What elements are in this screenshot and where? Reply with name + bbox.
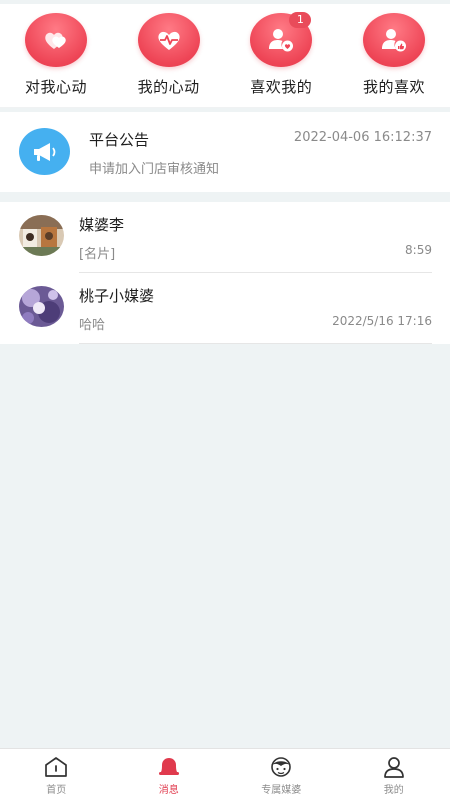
quick-action-my-likes[interactable]: 我的喜欢 — [338, 13, 450, 107]
section-gap — [0, 192, 450, 202]
tab-home[interactable]: 首页 — [0, 749, 113, 800]
platform-notice-item[interactable]: 平台公告 2022-04-06 16:12:37 申请加入门店审核通知 — [0, 112, 450, 192]
user-icon — [383, 757, 404, 778]
bell-icon — [158, 758, 179, 775]
quick-action-likes-me[interactable]: 1 喜欢我的 — [225, 12, 337, 107]
chat-last-message: [名片] — [79, 247, 116, 262]
quick-action-my-crush[interactable]: 我的心动 — [113, 13, 225, 107]
bottom-tab-bar: 首页 消息 专属媒婆 我的 — [0, 748, 450, 800]
matchmaker-icon — [271, 757, 292, 777]
avatar — [19, 215, 64, 256]
tab-profile[interactable]: 我的 — [338, 749, 450, 800]
chat-name: 媒婆李 — [79, 216, 125, 234]
quick-action-label: 喜欢我的 — [250, 78, 313, 96]
tab-matchmaker[interactable]: 专属媒婆 — [225, 749, 338, 800]
chat-name: 桃子小媒婆 — [79, 287, 155, 305]
tab-label: 专属媒婆 — [261, 785, 302, 796]
chat-time: 2022/5/16 17:16 — [332, 314, 432, 328]
quick-actions-row: 对我心动 我的心动 1 喜欢我的 我的喜欢 — [0, 4, 450, 108]
chat-list-item[interactable]: 桃子小媒婆 哈哈 2022/5/16 17:16 — [0, 273, 450, 344]
heart-pulse-icon — [137, 13, 200, 67]
notice-time: 2022-04-06 16:12:37 — [293, 130, 432, 145]
notice-title: 平台公告 — [89, 131, 150, 149]
quick-action-label: 我的喜欢 — [362, 78, 425, 96]
chat-list-item[interactable]: 媒婆李 [名片] 8:59 — [0, 202, 450, 273]
tab-messages[interactable]: 消息 — [113, 749, 226, 800]
tab-label: 消息 — [158, 785, 179, 796]
quick-action-liked-me[interactable]: 对我心动 — [0, 13, 112, 107]
notice-subtitle: 申请加入门店审核通知 — [89, 162, 220, 177]
heart-double-icon — [25, 13, 87, 67]
home-icon — [45, 757, 68, 777]
chat-list: 媒婆李 [名片] 8:59 桃子小媒婆 哈哈 2022/5/16 17:16 — [0, 202, 450, 344]
avatar — [19, 286, 64, 327]
divider — [79, 343, 432, 344]
user-like-icon — [362, 13, 425, 67]
chat-last-message: 哈哈 — [79, 318, 106, 333]
chat-time: 8:59 — [405, 243, 432, 257]
tab-label: 我的 — [383, 785, 404, 796]
notification-badge: 1 — [289, 12, 312, 28]
quick-action-label: 我的心动 — [137, 78, 200, 96]
megaphone-icon — [19, 128, 70, 175]
quick-action-label: 对我心动 — [24, 78, 87, 96]
tab-label: 首页 — [46, 785, 67, 796]
